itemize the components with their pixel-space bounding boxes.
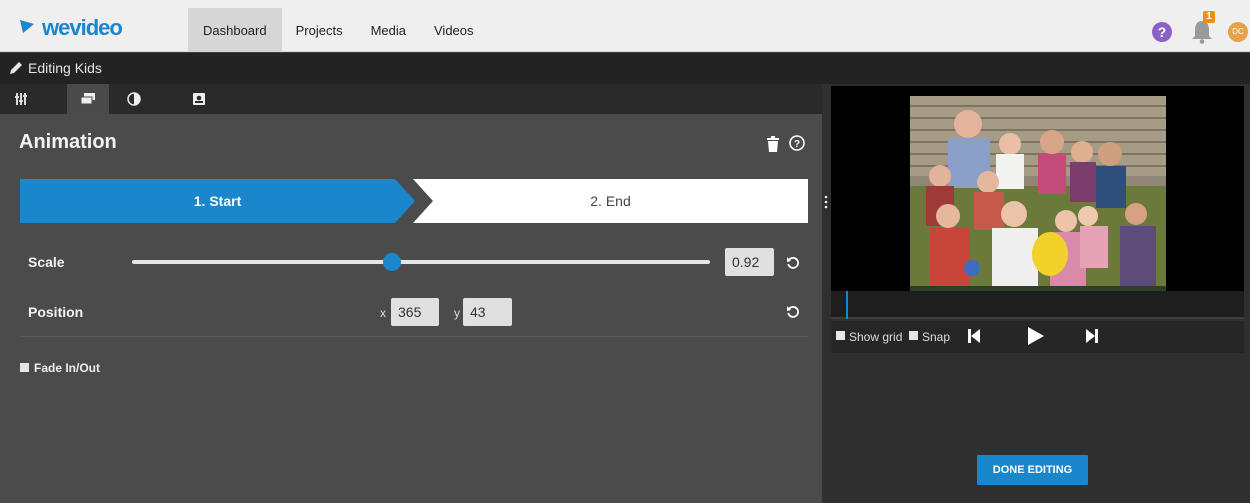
show-grid-checkbox[interactable] <box>836 331 845 340</box>
sliders-icon[interactable] <box>0 84 42 114</box>
fade-checkbox[interactable] <box>20 363 29 372</box>
nav-tab-videos[interactable]: Videos <box>420 8 488 52</box>
scale-slider[interactable] <box>132 260 710 264</box>
notification-badge: 1 <box>1203 11 1215 23</box>
section-title: Animation <box>19 131 117 153</box>
scale-slider-handle[interactable] <box>383 253 402 271</box>
title-bar <box>0 53 1250 84</box>
done-editing-button[interactable]: DONE EDITING <box>977 455 1088 485</box>
y-label: y <box>454 306 460 320</box>
svg-text:wevideo: wevideo <box>41 15 122 40</box>
preview-photo <box>910 96 1166 309</box>
play-icon[interactable] <box>1028 327 1044 345</box>
position-label: Position <box>28 304 84 320</box>
nav-tab-media[interactable]: Media <box>357 8 420 52</box>
snap-label: Snap <box>922 330 951 344</box>
nav-tab-projects[interactable]: Projects <box>282 8 357 52</box>
nav-tabs: Dashboard Projects Media Videos <box>188 8 488 52</box>
layers-icon[interactable] <box>67 84 109 114</box>
help-icon[interactable]: ? <box>1152 22 1172 42</box>
skip-forward-icon[interactable] <box>1086 329 1098 343</box>
editing-title: Editing Kids <box>28 60 102 76</box>
fade-label: Fade In/Out <box>34 361 100 375</box>
position-x-input[interactable]: 365 <box>391 298 439 326</box>
scale-value-input[interactable]: 0.92 <box>725 248 774 276</box>
step-start-tab[interactable]: 1. Start <box>20 179 415 223</box>
scale-label: Scale <box>28 254 65 270</box>
pencil-icon <box>10 62 22 74</box>
nav-tab-dashboard[interactable]: Dashboard <box>188 8 282 52</box>
position-y-input[interactable]: 43 <box>463 298 512 326</box>
reset-scale-icon[interactable] <box>786 256 800 270</box>
reset-position-icon[interactable] <box>786 305 800 319</box>
svg-text:?: ? <box>794 139 800 150</box>
wevideo-logo[interactable]: wevideo <box>18 13 148 41</box>
show-grid-label: Show grid <box>849 330 903 344</box>
resize-handle-icon[interactable] <box>823 195 829 209</box>
snap-checkbox[interactable] <box>909 331 918 340</box>
timeline-strip[interactable] <box>831 291 1244 319</box>
timeline-playhead[interactable] <box>846 291 848 319</box>
step-end-tab[interactable]: 2. End <box>413 179 808 223</box>
question-mark-icon[interactable]: ? <box>789 135 805 151</box>
skip-back-icon[interactable] <box>968 329 980 343</box>
trash-icon[interactable] <box>766 136 780 152</box>
divider <box>20 336 808 337</box>
portrait-icon[interactable] <box>178 84 220 114</box>
contrast-icon[interactable] <box>113 84 155 114</box>
x-label: x <box>380 306 386 320</box>
avatar[interactable]: DC <box>1228 22 1248 42</box>
